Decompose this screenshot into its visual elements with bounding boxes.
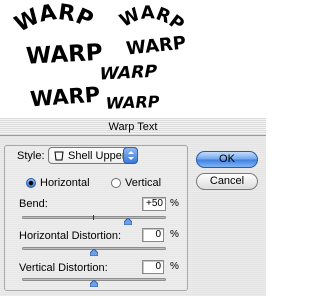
sample-warp-5: WARP xyxy=(125,32,187,59)
sample-warp-6: WARP xyxy=(98,62,159,85)
vertical-distortion-slider-thumb[interactable] xyxy=(90,280,98,287)
sample-warp-3: WARP xyxy=(29,83,101,112)
vertical-distortion-unit: % xyxy=(170,261,179,272)
style-selected-value: Shell Upper xyxy=(68,150,126,162)
style-label: Style: xyxy=(17,150,45,162)
bend-input[interactable]: +50 xyxy=(142,197,166,211)
style-dropdown[interactable]: Shell Upper xyxy=(48,147,138,164)
ok-button[interactable]: OK xyxy=(196,151,258,168)
bend-label: Bend: xyxy=(19,198,48,210)
warp-samples-canvas: WARP WARP WARP WARP WARP WARP WARP xyxy=(11,0,188,113)
cancel-button[interactable]: Cancel xyxy=(196,173,258,190)
vertical-distortion-input[interactable]: 0 xyxy=(142,260,164,274)
bend-unit: % xyxy=(170,198,179,209)
horizontal-distortion-slider-thumb[interactable] xyxy=(90,249,98,256)
shell-shape-icon xyxy=(54,151,64,161)
sample-warp-2: WARP xyxy=(25,40,103,70)
horizontal-distortion-unit: % xyxy=(170,229,179,240)
sample-warp-7: WARP xyxy=(104,92,160,113)
vertical-distortion-label: Vertical Distortion: xyxy=(19,262,108,274)
horizontal-distortion-input[interactable]: 0 xyxy=(142,228,164,242)
radio-vertical[interactable] xyxy=(111,178,121,188)
bend-slider-thumb[interactable] xyxy=(124,218,132,225)
sample-warp-1: WARP xyxy=(11,0,97,38)
radio-horizontal[interactable] xyxy=(26,178,36,188)
bend-slider-track[interactable] xyxy=(22,216,166,219)
radio-vertical-label: Vertical xyxy=(125,177,162,189)
horizontal-distortion-label: Horizontal Distortion: xyxy=(19,230,122,242)
sample-warp-4: WARP xyxy=(116,2,188,35)
svg-text:WARP: WARP xyxy=(116,2,188,35)
radio-horizontal-label: Horizontal xyxy=(40,177,90,189)
dropdown-arrows-icon xyxy=(123,147,138,164)
warp-text-dialog: Warp Text Style: Shell Upper Horizontal … xyxy=(0,118,266,296)
warp-samples: WARP WARP WARP WARP WARP WARP WARP xyxy=(0,0,266,116)
bend-slider-center-mark xyxy=(93,215,94,220)
dialog-title: Warp Text xyxy=(0,118,266,136)
svg-text:WARP: WARP xyxy=(11,0,97,38)
